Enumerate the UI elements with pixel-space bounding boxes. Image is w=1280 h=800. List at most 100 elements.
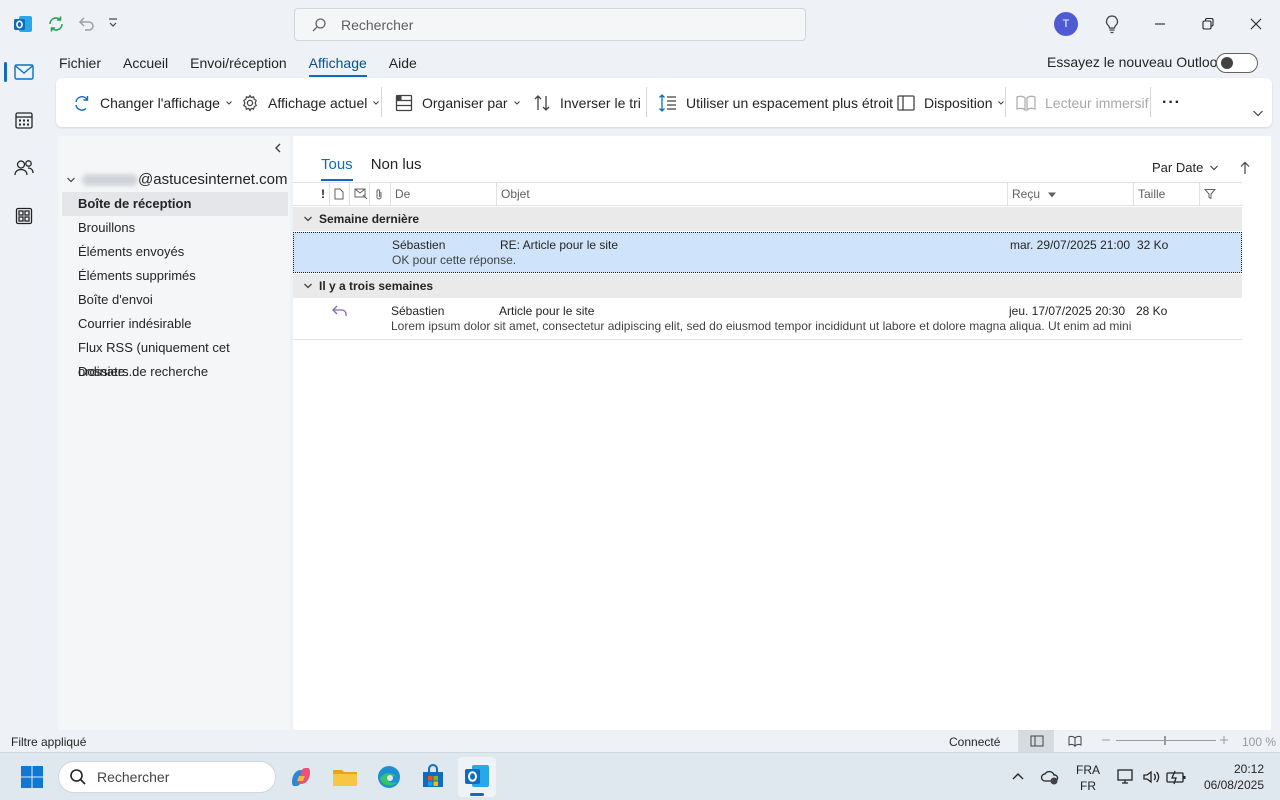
language-bottom: FR	[1080, 779, 1096, 793]
menu-fichier[interactable]: Fichier	[48, 50, 112, 76]
message-received: mar. 29/07/2025 21:00	[1010, 238, 1131, 252]
calendar-icon[interactable]	[8, 104, 40, 136]
menu-affichage[interactable]: Affichage	[298, 50, 378, 77]
table-row[interactable]: Sébastien RE: Article pour le site mar. …	[293, 232, 1242, 273]
table-row[interactable]: Sébastien Article pour le site jeu. 17/0…	[293, 299, 1242, 340]
zoom-in-icon[interactable]	[1218, 734, 1230, 746]
normal-view-button[interactable]	[1018, 730, 1054, 752]
language-indicator[interactable]: FRA FR	[1076, 762, 1100, 794]
menu-aide[interactable]: Aide	[378, 50, 428, 76]
microsoft-store-icon[interactable]	[418, 762, 448, 792]
ribbon-expand-icon[interactable]	[1252, 108, 1264, 118]
people-icon[interactable]	[8, 152, 40, 184]
chevron-down-icon	[373, 100, 380, 105]
outlook-icon	[465, 765, 489, 787]
folder-junk[interactable]: Courrier indésirable	[62, 312, 288, 336]
clock[interactable]: 20:12 06/08/2025	[1200, 761, 1264, 793]
clock-date: 06/08/2025	[1203, 778, 1264, 792]
menu-accueil[interactable]: Accueil	[112, 50, 179, 76]
folder-search[interactable]: Dossiers de recherche	[62, 360, 288, 384]
minimize-icon[interactable]	[1152, 16, 1168, 32]
spacing-icon	[659, 93, 676, 112]
zoom-slider[interactable]	[1116, 736, 1216, 745]
volume-icon[interactable]	[1141, 767, 1161, 787]
apps-icon[interactable]	[8, 200, 40, 232]
lightbulb-icon[interactable]	[1103, 14, 1121, 34]
mail-flag-icon	[354, 188, 368, 200]
windows-start-icon[interactable]	[20, 765, 44, 789]
message-preview: Lorem ipsum dolor sit amet, consectetur …	[391, 319, 1131, 333]
copilot-icon[interactable]	[286, 762, 316, 792]
column-subject[interactable]: Objet	[496, 183, 530, 205]
onedrive-icon[interactable]	[1040, 768, 1060, 786]
tab-unread[interactable]: Non lus	[371, 156, 422, 181]
change-view-button[interactable]: Changer l'affichage	[72, 78, 233, 127]
mail-icon[interactable]	[4, 56, 40, 88]
column-header-row: ! De Objet Reçu Taille	[293, 182, 1242, 206]
tab-all[interactable]: Tous	[321, 156, 353, 181]
column-size[interactable]: Taille	[1133, 183, 1165, 205]
normal-view-icon	[1030, 735, 1044, 747]
folder-sent[interactable]: Éléments envoyés	[62, 240, 288, 264]
more-options-button[interactable]: ···	[1162, 78, 1181, 127]
folder-drafts[interactable]: Brouillons	[62, 216, 288, 240]
message-from: Sébastien	[392, 238, 446, 252]
collapse-pane-icon[interactable]	[272, 141, 284, 155]
immersive-reader-button[interactable]: Lecteur immersif	[1015, 78, 1148, 127]
column-received[interactable]: Reçu	[1007, 183, 1057, 205]
undo-icon[interactable]	[76, 14, 96, 34]
try-new-outlook-toggle[interactable]	[1216, 53, 1258, 73]
layout-button[interactable]: Disposition	[896, 78, 1005, 127]
folder-inbox[interactable]: Boîte de réception	[62, 192, 288, 216]
arrange-by-button[interactable]: Organiser par	[394, 78, 521, 127]
paperclip-icon	[376, 189, 382, 200]
status-bar: Filtre appliqué Connecté 100 %	[0, 730, 1280, 752]
column-attachment[interactable]	[369, 183, 384, 205]
current-view-button[interactable]: Affichage actuel	[240, 78, 380, 127]
column-filter[interactable]	[1199, 183, 1216, 205]
account-email: @astucesinternet.com	[138, 171, 288, 188]
reverse-sort-label: Inverser le tri	[560, 94, 641, 111]
zoom-slider-thumb[interactable]	[1164, 736, 1166, 745]
message-from: Sébastien	[391, 304, 445, 318]
search-box[interactable]: Rechercher	[294, 8, 806, 41]
show-hidden-icons-icon[interactable]	[1011, 771, 1025, 781]
group-header-last-week[interactable]: Semaine dernière	[293, 207, 1242, 231]
group-header-three-weeks-ago[interactable]: Il y a trois semaines	[293, 274, 1242, 298]
message-preview: OK pour cette réponse.	[392, 253, 517, 267]
ribbon-separator	[381, 87, 382, 117]
zoom-out-icon[interactable]	[1100, 734, 1112, 746]
quick-access-dropdown-icon[interactable]	[106, 16, 120, 30]
avatar[interactable]: T	[1054, 12, 1078, 36]
sort-direction-icon[interactable]	[1239, 161, 1251, 175]
close-icon[interactable]	[1248, 16, 1264, 32]
network-icon[interactable]	[1116, 767, 1136, 787]
taskbar-search[interactable]: Rechercher	[58, 761, 276, 793]
battery-icon[interactable]	[1165, 767, 1187, 787]
column-importance[interactable]: !	[317, 183, 325, 205]
reply-icon	[331, 304, 349, 318]
column-from[interactable]: De	[390, 183, 410, 205]
file-explorer-icon[interactable]	[330, 762, 360, 792]
try-new-outlook-label: Essayez le nouveau Outlook	[1047, 54, 1225, 70]
folder-deleted[interactable]: Éléments supprimés	[62, 264, 288, 288]
search-icon	[312, 17, 326, 31]
message-tabs: Tous Non lus	[321, 156, 422, 181]
sort-control[interactable]: Par Date	[1152, 160, 1251, 175]
search-icon	[70, 769, 86, 785]
outlook-taskbar-button[interactable]	[458, 757, 496, 797]
edge-browser-icon[interactable]	[374, 762, 404, 792]
column-icon[interactable]	[329, 183, 344, 205]
reading-view-icon[interactable]	[1068, 735, 1082, 747]
sync-icon[interactable]	[46, 14, 66, 34]
account-header[interactable]: @astucesinternet.com	[66, 171, 287, 188]
reverse-sort-icon	[534, 94, 550, 111]
column-flag-status[interactable]	[349, 183, 368, 205]
sort-label: Par Date	[1152, 160, 1204, 175]
menu-envoi-reception[interactable]: Envoi/réception	[179, 50, 298, 76]
compact-spacing-button[interactable]: Utiliser un espacement plus étroit	[658, 78, 893, 127]
reverse-sort-button[interactable]: Inverser le tri	[532, 78, 641, 127]
folder-outbox[interactable]: Boîte d'envoi	[62, 288, 288, 312]
restore-icon[interactable]	[1200, 16, 1216, 32]
folder-rss[interactable]: Flux RSS (uniquement cet ordinate...	[62, 336, 288, 379]
